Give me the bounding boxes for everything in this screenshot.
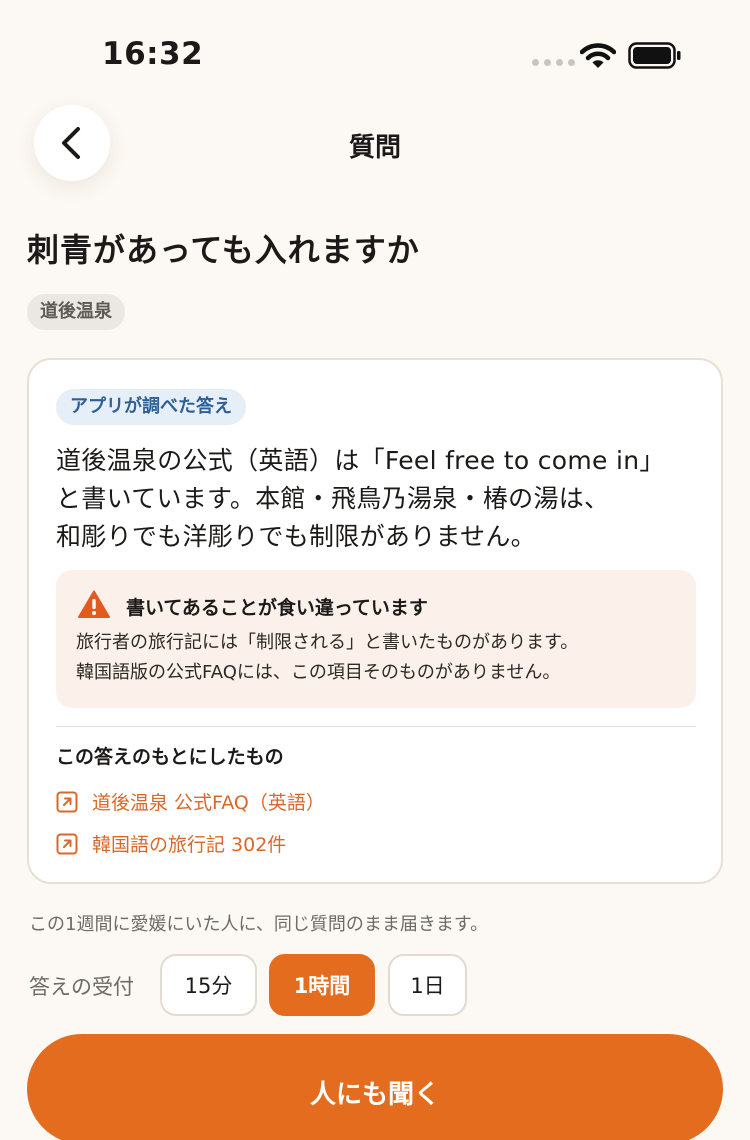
deadline-option-15min[interactable]: 15分 <box>160 954 257 1016</box>
warning-line: 旅行者の旅行記には「制限される」と書いたものがあります。 <box>76 632 579 653</box>
answer-line: 和彫りでも洋彫りでも制限がありません。 <box>56 522 536 551</box>
status-bar: 16:32 <box>0 0 750 100</box>
answer-text: 道後温泉の公式（英語）は「Feel free to come in」 と書いてい… <box>56 442 696 556</box>
warning-body: 旅行者の旅行記には「制限される」と書いたものがあります。 韓国語版の公式FAQに… <box>76 628 688 688</box>
warning-title: 書いてあることが食い違っています <box>126 597 428 619</box>
ask-people-button[interactable]: 人にも聞く <box>27 1034 723 1140</box>
cellular-signal-icon <box>532 59 575 66</box>
question-title: 刺青があっても入れますか <box>27 231 420 269</box>
sources-title: この答えのもとにしたもの <box>56 746 284 768</box>
external-link-icon <box>56 833 78 854</box>
conflict-warning: 書いてあることが食い違っています 旅行者の旅行記には「制限される」と書いたものが… <box>56 570 696 708</box>
external-link-icon <box>56 791 78 812</box>
question-detail-screen: 16:32 質問 刺青があっても入れますか 道後温泉 アプリが調べた答え 道後温… <box>0 0 750 1140</box>
deadline-label: 答えの受付 <box>29 975 134 999</box>
battery-icon <box>628 42 681 69</box>
deadline-option-1hour[interactable]: 1時間 <box>269 954 375 1016</box>
answer-line: と書いています。本館・飛鳥乃湯泉・椿の湯は、 <box>56 484 610 513</box>
answer-badge: アプリが調べた答え <box>56 389 246 425</box>
answer-card: アプリが調べた答え 道後温泉の公式（英語）は「Feel free to come… <box>27 358 723 884</box>
answer-line: 道後温泉の公式（英語）は「Feel free to come in」 <box>56 446 665 475</box>
source-link-label: 韓国語の旅行記 302件 <box>92 834 287 856</box>
source-link-label: 道後温泉 公式FAQ（英語） <box>92 792 325 814</box>
divider <box>56 726 696 727</box>
source-link-official-faq[interactable]: 道後温泉 公式FAQ（英語） <box>56 788 325 815</box>
warning-triangle-icon <box>78 590 110 618</box>
audience-note: この1週間に愛媛にいた人に、同じ質問のまま届きます。 <box>29 914 489 935</box>
deadline-option-1day[interactable]: 1日 <box>388 954 467 1016</box>
source-link-korean-travelogues[interactable]: 韓国語の旅行記 302件 <box>56 830 286 857</box>
wifi-icon <box>580 43 616 68</box>
location-tag: 道後温泉 <box>27 294 125 330</box>
status-time: 16:32 <box>102 36 204 72</box>
page-title: 質問 <box>348 133 401 163</box>
warning-line: 韓国語版の公式FAQには、この項目そのものがありません。 <box>76 662 561 683</box>
